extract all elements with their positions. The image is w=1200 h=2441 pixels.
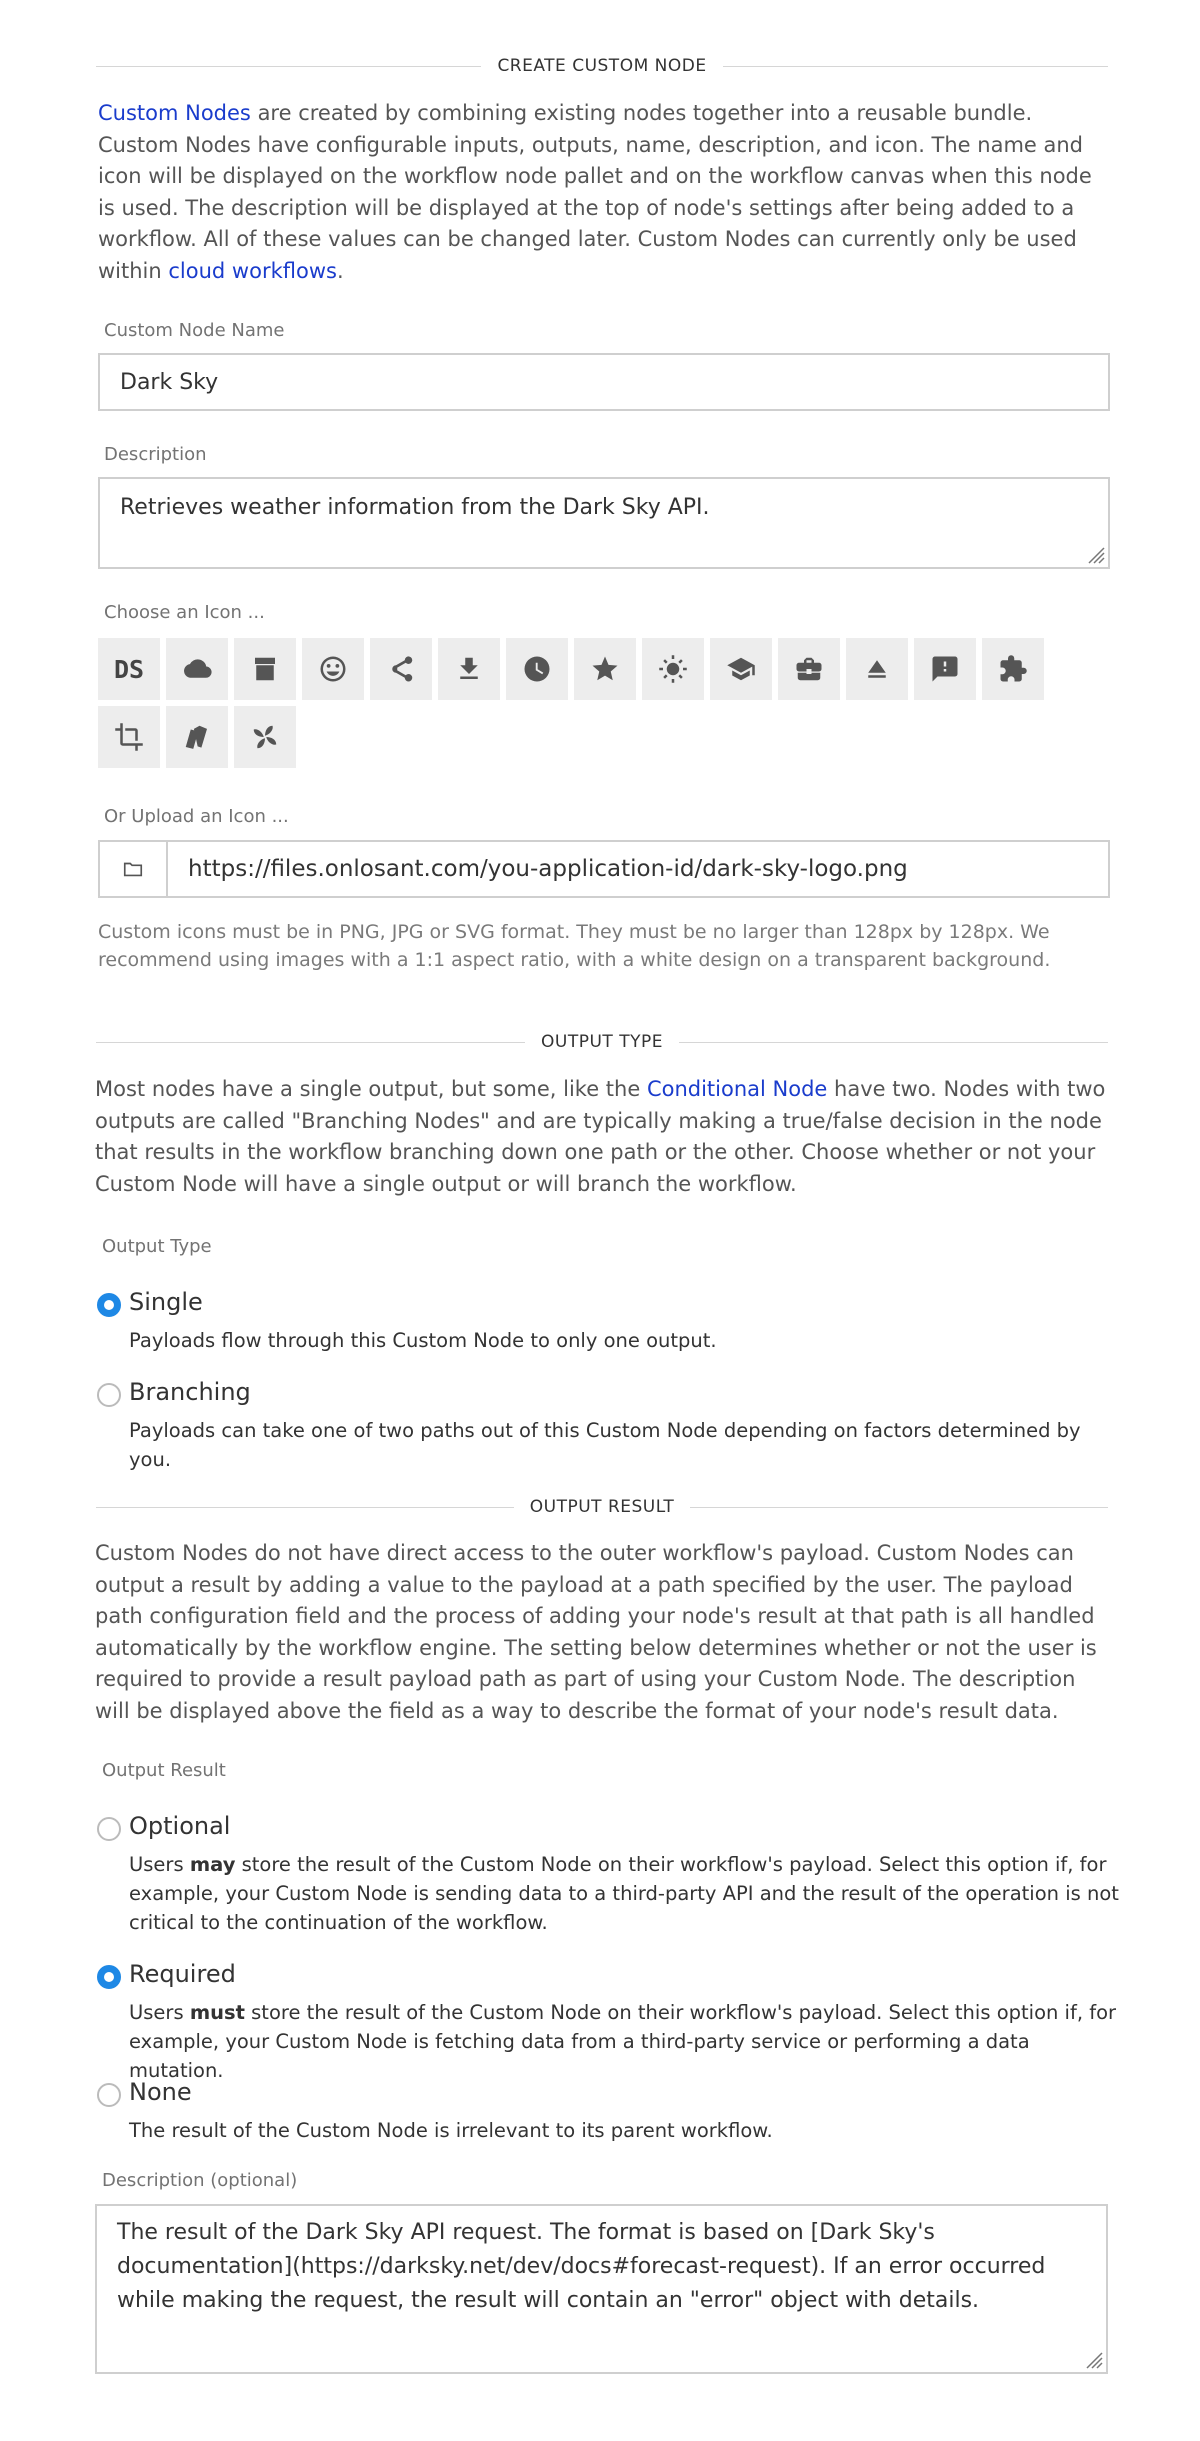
comment-alert-icon[interactable] bbox=[914, 638, 976, 700]
section-divider-output-type: OUTPUT TYPE bbox=[96, 1030, 1109, 1054]
result-description-label: Description (optional) bbox=[102, 2170, 298, 2191]
radio-button[interactable] bbox=[97, 1817, 121, 1841]
custom-node-form: CREATE CUSTOM NODE Custom Nodes are crea… bbox=[0, 0, 1200, 2441]
description-textarea[interactable]: Retrieves weather information from the D… bbox=[98, 477, 1110, 569]
tag-stack-icon[interactable] bbox=[166, 706, 228, 768]
output-type-paragraph: Most nodes have a single output, but som… bbox=[95, 1077, 1106, 1196]
crop-icon[interactable] bbox=[98, 706, 160, 768]
result-description-textarea[interactable]: The result of the Dark Sky API request. … bbox=[95, 2204, 1108, 2374]
graduation-cap-icon[interactable] bbox=[710, 638, 772, 700]
section-heading: CREATE CUSTOM NODE bbox=[497, 56, 707, 76]
ds-text-icon-option[interactable]: DS bbox=[98, 638, 160, 700]
upload-url-input[interactable]: https://files.onlosant.com/you-applicati… bbox=[168, 842, 1108, 896]
section-divider-create: CREATE CUSTOM NODE bbox=[96, 54, 1109, 78]
output-type-label: Output Type bbox=[102, 1236, 212, 1257]
custom-nodes-link[interactable]: Custom Nodes bbox=[98, 101, 251, 125]
intro-paragraph: Custom Nodes are created by combining ex… bbox=[98, 101, 1092, 283]
conditional-node-link[interactable]: Conditional Node bbox=[647, 1077, 827, 1101]
cloud-workflows-link[interactable]: cloud workflows bbox=[168, 259, 337, 283]
pinwheel-icon[interactable] bbox=[234, 706, 296, 768]
upload-icon-field: https://files.onlosant.com/you-applicati… bbox=[98, 840, 1110, 898]
sun-icon[interactable] bbox=[642, 638, 704, 700]
resize-handle-icon[interactable] bbox=[1081, 2347, 1103, 2369]
name-label: Custom Node Name bbox=[104, 320, 285, 341]
eject-icon[interactable] bbox=[846, 638, 908, 700]
section-heading: OUTPUT TYPE bbox=[541, 1032, 663, 1052]
section-heading: OUTPUT RESULT bbox=[529, 1497, 675, 1517]
star-icon[interactable] bbox=[574, 638, 636, 700]
clock-icon[interactable] bbox=[506, 638, 568, 700]
section-divider-output-result: OUTPUT RESULT bbox=[96, 1495, 1108, 1519]
description-label: Description bbox=[104, 444, 207, 465]
archive-icon[interactable] bbox=[234, 638, 296, 700]
cloud-icon[interactable] bbox=[166, 638, 228, 700]
upload-help-text: Custom icons must be in PNG, JPG or SVG … bbox=[98, 921, 1051, 971]
output-result-label: Output Result bbox=[102, 1760, 226, 1781]
radio-button[interactable] bbox=[97, 2083, 121, 2107]
radio-button-selected[interactable] bbox=[97, 1965, 121, 1989]
upload-label: Or Upload an Icon ... bbox=[104, 806, 289, 827]
radio-button[interactable] bbox=[97, 1383, 121, 1407]
share-icon[interactable] bbox=[370, 638, 432, 700]
download-icon[interactable] bbox=[438, 638, 500, 700]
smiley-icon[interactable] bbox=[302, 638, 364, 700]
briefcase-icon[interactable] bbox=[778, 638, 840, 700]
folder-browse-button[interactable] bbox=[100, 842, 168, 896]
icon-picker-label: Choose an Icon ... bbox=[104, 602, 265, 623]
resize-handle-icon[interactable] bbox=[1083, 542, 1105, 564]
puzzle-icon[interactable] bbox=[982, 638, 1044, 700]
radio-button-selected[interactable] bbox=[97, 1293, 121, 1317]
name-input[interactable]: Dark Sky bbox=[98, 353, 1110, 411]
folder-icon bbox=[123, 862, 143, 877]
output-result-paragraph: Custom Nodes do not have direct access t… bbox=[95, 1541, 1097, 1723]
